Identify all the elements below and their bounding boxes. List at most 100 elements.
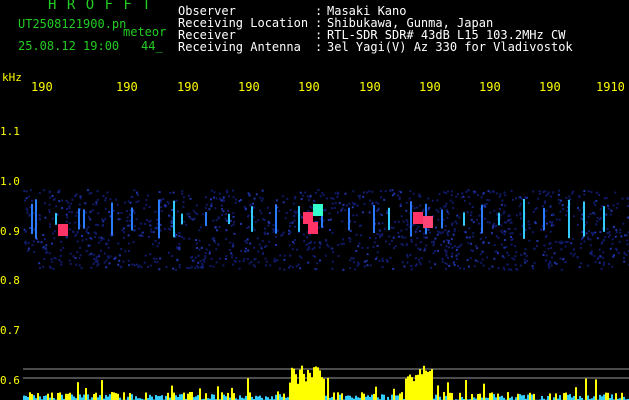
noise-pixel bbox=[461, 196, 464, 199]
noise-pixel bbox=[519, 202, 522, 205]
activity-bar bbox=[25, 395, 27, 400]
noise-pixel bbox=[451, 224, 454, 226]
noise-pixel bbox=[553, 261, 556, 264]
noise-pixel bbox=[501, 203, 503, 206]
noise-pixel bbox=[544, 190, 547, 193]
noise-pixel bbox=[414, 230, 417, 233]
noise-pixel bbox=[519, 264, 522, 267]
noise-pixel bbox=[463, 199, 466, 202]
noise-pixel bbox=[26, 209, 29, 212]
noise-pixel bbox=[221, 213, 224, 216]
activity-bar bbox=[45, 395, 47, 400]
noise-pixel bbox=[405, 209, 408, 212]
echo-streak bbox=[111, 202, 113, 236]
noise-pixel bbox=[371, 202, 374, 205]
noise-pixel bbox=[560, 199, 562, 202]
noise-pixel bbox=[431, 241, 433, 243]
datetime-label: 25.08.12 19:00 bbox=[18, 39, 120, 53]
noise-pixel bbox=[427, 228, 430, 231]
freq-tick-0.7: 0.7 bbox=[0, 324, 20, 337]
activity-bar bbox=[373, 393, 375, 400]
noise-pixel bbox=[457, 252, 460, 255]
noise-pixel bbox=[135, 201, 138, 204]
noise-pixel bbox=[257, 250, 260, 253]
noise-pixel bbox=[598, 248, 601, 251]
activity-bar bbox=[101, 380, 103, 400]
noise-pixel bbox=[218, 225, 221, 228]
noise-pixel bbox=[272, 224, 275, 227]
noise-pixel bbox=[374, 237, 377, 240]
activity-bar bbox=[149, 394, 151, 400]
noise-pixel bbox=[456, 246, 459, 249]
noise-pixel bbox=[160, 206, 163, 209]
noise-pixel bbox=[60, 240, 63, 243]
activity-bar bbox=[431, 369, 433, 400]
noise-pixel bbox=[435, 226, 437, 229]
noise-pixel bbox=[543, 202, 546, 204]
noise-pixel bbox=[117, 242, 120, 245]
activity-bar bbox=[161, 395, 163, 400]
noise-pixel bbox=[148, 236, 150, 238]
noise-pixel bbox=[587, 230, 590, 232]
activity-bar bbox=[197, 395, 199, 400]
activity-bar bbox=[459, 392, 461, 400]
noise-pixel bbox=[589, 213, 592, 215]
noise-pixel bbox=[439, 207, 442, 210]
noise-pixel bbox=[390, 189, 392, 192]
noise-pixel bbox=[415, 228, 418, 231]
noise-pixel bbox=[415, 243, 418, 246]
noise-pixel bbox=[576, 223, 579, 226]
noise-pixel bbox=[337, 255, 340, 258]
noise-pixel bbox=[552, 224, 555, 227]
noise-pixel bbox=[55, 205, 58, 208]
noise-pixel bbox=[468, 202, 471, 205]
noise-pixel bbox=[564, 245, 567, 248]
noise-pixel bbox=[321, 192, 324, 195]
noise-pixel bbox=[368, 190, 371, 193]
noise-pixel bbox=[209, 264, 212, 267]
noise-pixel bbox=[71, 198, 74, 201]
noise-pixel bbox=[371, 190, 374, 193]
noise-pixel bbox=[148, 206, 151, 208]
noise-pixel bbox=[336, 211, 339, 214]
time-tick-8: 190 bbox=[479, 80, 501, 94]
noise-pixel bbox=[440, 243, 442, 246]
activity-bar bbox=[393, 388, 395, 400]
noise-pixel bbox=[520, 253, 523, 256]
activity-bar bbox=[83, 394, 85, 400]
noise-pixel bbox=[199, 266, 202, 269]
noise-pixel bbox=[253, 197, 256, 200]
noise-pixel bbox=[511, 257, 514, 260]
noise-pixel bbox=[549, 242, 552, 244]
noise-pixel bbox=[444, 224, 447, 227]
noise-pixel bbox=[568, 195, 571, 198]
noise-pixel bbox=[403, 265, 406, 268]
noise-pixel bbox=[570, 252, 573, 255]
noise-pixel bbox=[353, 220, 356, 223]
noise-pixel bbox=[536, 240, 539, 242]
noise-pixel bbox=[503, 230, 506, 233]
noise-pixel bbox=[363, 265, 366, 268]
noise-pixel bbox=[531, 231, 534, 234]
noise-pixel bbox=[222, 264, 225, 267]
noise-pixel bbox=[282, 231, 285, 234]
noise-pixel bbox=[499, 208, 501, 210]
noise-pixel bbox=[189, 217, 192, 220]
noise-pixel bbox=[549, 205, 552, 208]
noise-pixel bbox=[420, 257, 423, 260]
noise-pixel bbox=[212, 219, 215, 222]
noise-pixel bbox=[133, 264, 136, 267]
noise-pixel bbox=[388, 243, 391, 246]
noise-pixel bbox=[445, 192, 447, 195]
activity-bar bbox=[611, 394, 613, 400]
noise-pixel bbox=[96, 190, 99, 193]
noise-pixel bbox=[379, 213, 382, 216]
noise-pixel bbox=[467, 189, 470, 192]
noise-pixel bbox=[428, 231, 431, 234]
noise-pixel bbox=[43, 258, 46, 260]
noise-pixel bbox=[447, 190, 449, 193]
activity-bar bbox=[79, 394, 81, 400]
noise-pixel bbox=[362, 195, 365, 198]
noise-pixel bbox=[463, 267, 466, 270]
noise-pixel bbox=[406, 224, 409, 226]
